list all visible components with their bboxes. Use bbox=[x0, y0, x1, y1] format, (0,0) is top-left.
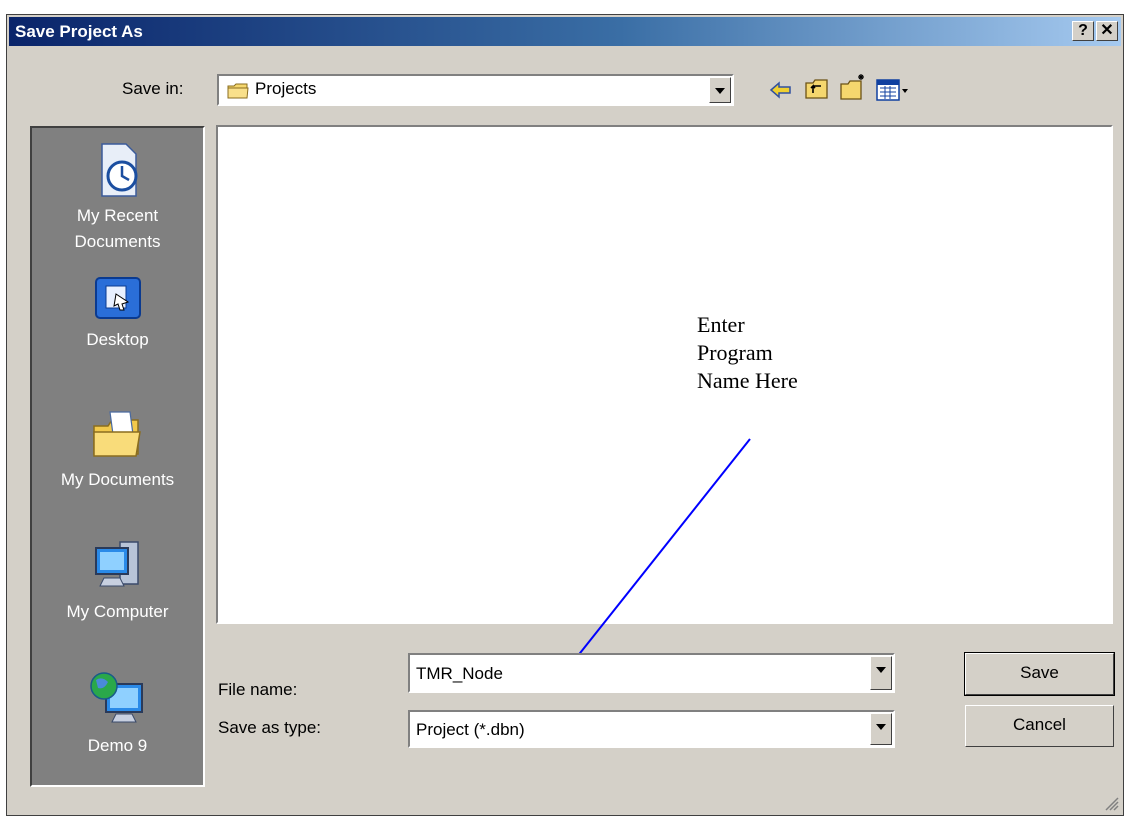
save-as-type-value: Project (*.dbn) bbox=[416, 720, 525, 739]
save-project-dialog: Save Project As ? ✕ Save in: Projects My… bbox=[6, 14, 1124, 816]
file-name-field[interactable]: TMR_Node bbox=[408, 653, 895, 693]
annotation-arrow bbox=[560, 438, 751, 678]
file-name-value[interactable]: TMR_Node bbox=[416, 664, 503, 684]
file-name-label: File name: bbox=[218, 680, 298, 699]
save-as-type-label: Save as type: bbox=[218, 718, 322, 737]
resize-grip-icon[interactable] bbox=[1103, 795, 1119, 811]
file-name-dropdown-arrow[interactable] bbox=[870, 656, 892, 690]
save-as-type-dropdown-arrow[interactable] bbox=[870, 713, 892, 745]
save-as-type-dropdown[interactable]: Project (*.dbn) bbox=[408, 710, 895, 748]
save-button[interactable]: Save bbox=[964, 652, 1115, 696]
cancel-button[interactable]: Cancel bbox=[965, 705, 1114, 747]
